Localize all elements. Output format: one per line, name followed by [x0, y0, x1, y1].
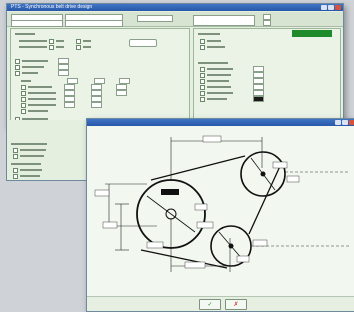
results-row [200, 38, 221, 44]
settings-row [21, 102, 102, 108]
settings-row [15, 32, 35, 36]
maximize-button[interactable] [328, 5, 334, 10]
window-controls [335, 120, 354, 125]
pulley-top-right [240, 151, 286, 197]
minimize-button[interactable] [335, 120, 341, 125]
drive-layout-window: ✓ ✗ [86, 118, 354, 312]
maximize-button[interactable] [342, 120, 348, 125]
toolbar-option-2[interactable] [263, 20, 271, 26]
results-row [200, 72, 264, 78]
options-row [13, 173, 40, 179]
close-button[interactable] [335, 5, 341, 10]
layout-window-footer: ✓ ✗ [87, 296, 354, 311]
results-row [200, 78, 264, 84]
settings-row [21, 84, 127, 90]
main-window-title: PTS - Synchronous belt drive design [11, 4, 93, 10]
window-controls [321, 5, 341, 10]
toolbar-field-3[interactable] [11, 20, 63, 27]
options-row [13, 167, 42, 173]
toolbar-display [193, 15, 255, 26]
dimension-box [102, 221, 118, 229]
layout-window-titlebar [87, 119, 354, 126]
options-row [13, 147, 46, 153]
options-row [11, 142, 47, 146]
dimension-box [194, 203, 208, 211]
results-panel [193, 28, 341, 126]
dimension-box [252, 239, 268, 247]
dimension-box [236, 255, 250, 263]
results-row [200, 96, 264, 102]
results-row [200, 66, 264, 72]
belt-drive-drawing [94, 135, 349, 272]
dimension-box [286, 175, 300, 183]
drive-settings-panel [10, 28, 190, 126]
status-badge [292, 30, 332, 37]
toolbar-field-5[interactable] [137, 15, 173, 22]
results-row [200, 84, 264, 90]
minimize-button[interactable] [321, 5, 327, 10]
settings-row [21, 78, 130, 84]
results-row [200, 90, 264, 96]
results-row [200, 44, 225, 50]
dimension-box [272, 161, 288, 169]
settings-row [19, 38, 91, 44]
cross-icon: ✗ [233, 302, 239, 308]
center-lines [251, 171, 349, 247]
dimension-box [184, 261, 206, 269]
settings-input[interactable] [129, 39, 157, 47]
settings-row [21, 96, 102, 102]
close-button[interactable] [349, 120, 354, 125]
main-window-titlebar: PTS - Synchronous belt drive design [7, 4, 343, 11]
toolbar [7, 12, 343, 27]
toolbar-field-4[interactable] [65, 20, 123, 27]
dimension-box [202, 135, 222, 143]
options-row [11, 162, 41, 166]
main-settings-window: PTS - Synchronous belt drive design [6, 3, 344, 127]
cancel-button[interactable]: ✗ [225, 299, 247, 310]
settings-row [15, 58, 69, 64]
options-row [13, 153, 44, 159]
settings-row [15, 64, 69, 70]
check-icon: ✓ [207, 302, 213, 308]
options-panel [6, 120, 90, 181]
ok-button[interactable]: ✓ [199, 299, 221, 310]
results-row [198, 32, 220, 36]
results-row [198, 61, 228, 65]
dimension-box [196, 221, 214, 229]
settings-row [15, 70, 69, 76]
settings-row [21, 90, 127, 96]
settings-row [21, 108, 48, 114]
settings-row [19, 44, 91, 50]
dimension-box [94, 189, 110, 197]
dimension-values [94, 135, 300, 269]
dimension-box [146, 241, 164, 249]
